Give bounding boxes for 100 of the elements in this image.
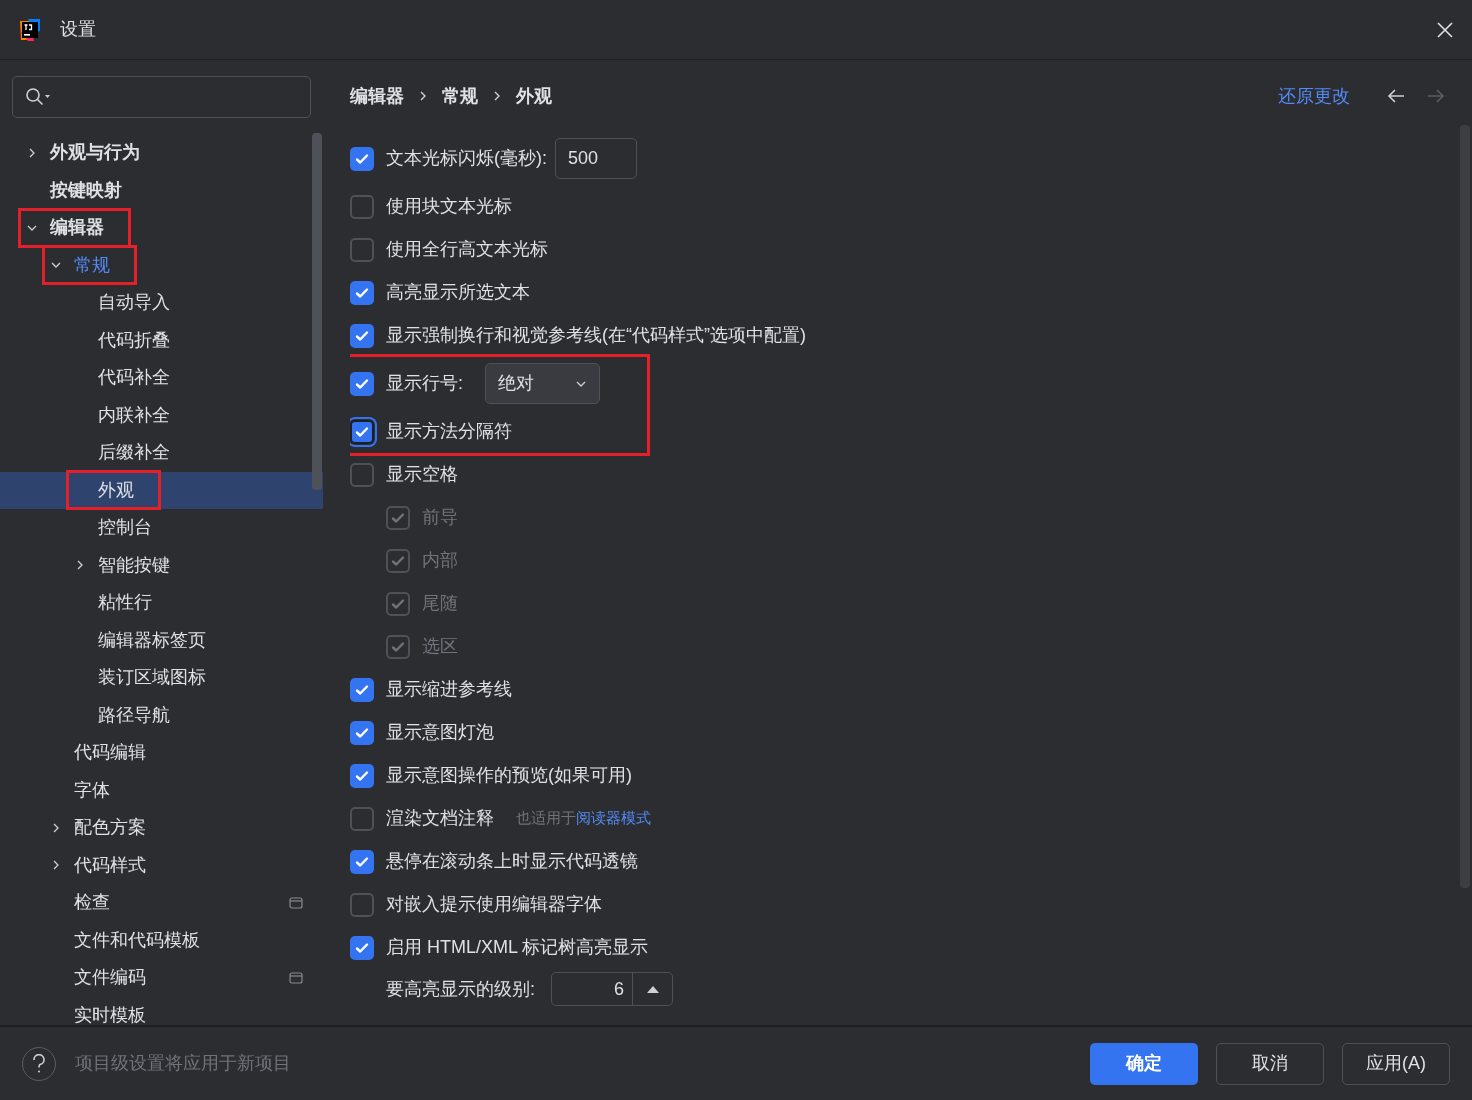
dropdown[interactable]: 绝对: [485, 363, 600, 404]
option-label: 内部: [422, 549, 458, 572]
up-arrow-icon[interactable]: [645, 984, 660, 994]
tree-row[interactable]: 文件编码: [0, 959, 323, 997]
option-label: 使用块文本光标: [386, 195, 512, 218]
tree-row[interactable]: 装订区域图标: [0, 659, 323, 697]
checkbox[interactable]: [350, 323, 374, 348]
checkbox[interactable]: [350, 892, 374, 917]
tree-item-label[interactable]: 文件编码: [74, 964, 146, 992]
breadcrumb-item[interactable]: 常规: [442, 82, 478, 110]
tree-row[interactable]: 自动导入: [0, 284, 323, 322]
tree-item-label[interactable]: 代码折叠: [98, 326, 170, 354]
number-spinner[interactable]: 6: [551, 972, 673, 1006]
option-label: 渲染文档注释: [386, 807, 494, 830]
scrollbar[interactable]: [312, 133, 322, 490]
chevron-right-icon: [492, 91, 502, 101]
tree-row[interactable]: 常规: [0, 246, 323, 284]
breadcrumb-item[interactable]: 编辑器: [350, 82, 404, 110]
tree-row[interactable]: 粘性行: [0, 584, 323, 622]
tree-row[interactable]: 配色方案: [0, 809, 323, 847]
option-label: 显示方法分隔符: [386, 420, 512, 443]
option-label: 显示强制换行和视觉参考线(在“代码样式”选项中配置): [386, 324, 806, 347]
checkbox[interactable]: [350, 677, 374, 702]
tree-row[interactable]: 代码编辑: [0, 734, 323, 772]
tree-row[interactable]: 编辑器标签页: [0, 621, 323, 659]
breadcrumb-item[interactable]: 外观: [516, 82, 552, 110]
tree-row[interactable]: 外观与行为: [0, 134, 323, 172]
checkbox[interactable]: [350, 935, 374, 960]
checkbox[interactable]: [350, 763, 374, 788]
tree-item-label[interactable]: 按键映射: [50, 176, 122, 204]
tree-item-label[interactable]: 内联补全: [98, 401, 170, 429]
checkbox[interactable]: [350, 806, 374, 831]
checkbox[interactable]: [350, 194, 374, 219]
search-field[interactable]: [12, 76, 311, 118]
checkbox[interactable]: [350, 849, 374, 874]
option-label: 要高亮显示的级别:: [386, 977, 535, 1001]
option-label: 尾随: [422, 592, 458, 615]
tree-row[interactable]: 文件和代码模板: [0, 921, 323, 959]
hint-text: 也适用于: [516, 808, 576, 829]
reader-mode-link[interactable]: 阅读器模式: [576, 807, 651, 830]
dialog-button[interactable]: 应用(A): [1342, 1042, 1450, 1085]
tree-item-label[interactable]: 编辑器: [50, 214, 104, 242]
tree-row[interactable]: 控制台: [0, 509, 323, 547]
tree-item-label[interactable]: 自动导入: [98, 289, 170, 317]
tree-item-label[interactable]: 配色方案: [74, 814, 146, 842]
question-mark-icon: [32, 1053, 46, 1074]
option-label: 文本光标闪烁(毫秒):: [386, 147, 547, 170]
tree-row[interactable]: 外观: [0, 471, 323, 509]
tree-row[interactable]: 路径导航: [0, 696, 323, 734]
tree-item-label[interactable]: 编辑器标签页: [98, 626, 206, 654]
option-label: 前导: [422, 506, 458, 529]
tree-row[interactable]: 智能按键: [0, 546, 323, 584]
tree-item-label[interactable]: 粘性行: [98, 589, 152, 617]
tree-row[interactable]: 代码补全: [0, 359, 323, 397]
tree-row[interactable]: 编辑器: [0, 209, 323, 247]
help-hint: 项目级设置将应用于新项目: [75, 1052, 291, 1075]
tree-item-label[interactable]: 控制台: [98, 514, 152, 542]
option-label: 启用 HTML/XML 标记树高亮显示: [386, 936, 649, 959]
tree-item-label[interactable]: 代码编辑: [74, 739, 146, 767]
checkbox[interactable]: [350, 371, 374, 396]
checkbox[interactable]: [350, 419, 374, 444]
dialog-button[interactable]: 取消: [1216, 1042, 1324, 1085]
tree-item-label[interactable]: 外观与行为: [50, 139, 140, 167]
app-logo-icon: [18, 17, 42, 42]
input-field[interactable]: 500: [555, 138, 637, 179]
tree-row[interactable]: 内联补全: [0, 396, 323, 434]
tree-item-label[interactable]: 代码样式: [74, 851, 146, 879]
checkbox[interactable]: [350, 720, 374, 745]
option-label: 选区: [422, 635, 458, 658]
tree-item-label[interactable]: 后缀补全: [98, 439, 170, 467]
tree-item-label[interactable]: 检查: [74, 889, 110, 917]
tree-item-label[interactable]: 代码补全: [98, 364, 170, 392]
tree-row[interactable]: 检查: [0, 884, 323, 922]
tree-item-label[interactable]: 常规: [74, 251, 110, 279]
back-arrow-icon[interactable]: [1386, 88, 1406, 104]
tree-row[interactable]: 字体: [0, 771, 323, 809]
tree-row[interactable]: 按键映射: [0, 171, 323, 209]
checkbox[interactable]: [350, 462, 374, 487]
close-icon[interactable]: [1436, 20, 1454, 39]
option-label: 显示意图灯泡: [386, 721, 494, 744]
tree-row[interactable]: 代码样式: [0, 846, 323, 884]
ok-button[interactable]: 确定: [1090, 1042, 1198, 1085]
option-label: 显示缩进参考线: [386, 678, 512, 701]
tree-item-label[interactable]: 路径导航: [98, 701, 170, 729]
tree-item-label[interactable]: 字体: [74, 776, 110, 804]
checkbox[interactable]: [350, 146, 374, 171]
tree-item-label[interactable]: 文件和代码模板: [74, 926, 200, 954]
tree-item-label[interactable]: 外观: [98, 476, 134, 504]
tree-item-label[interactable]: 装订区域图标: [98, 664, 206, 692]
tree-row[interactable]: 实时模板: [0, 996, 323, 1025]
window-title: 设置: [60, 18, 96, 41]
tree-row[interactable]: 代码折叠: [0, 321, 323, 359]
checkbox[interactable]: [350, 280, 374, 305]
search-icon: [25, 87, 51, 107]
reset-link[interactable]: 还原更改: [1278, 82, 1350, 110]
checkbox[interactable]: [350, 237, 374, 262]
option-label: 显示意图操作的预览(如果可用): [386, 764, 632, 787]
tree-item-label[interactable]: 智能按键: [98, 551, 170, 579]
tree-item-label[interactable]: 实时模板: [74, 1001, 146, 1025]
tree-row[interactable]: 后缀补全: [0, 434, 323, 472]
